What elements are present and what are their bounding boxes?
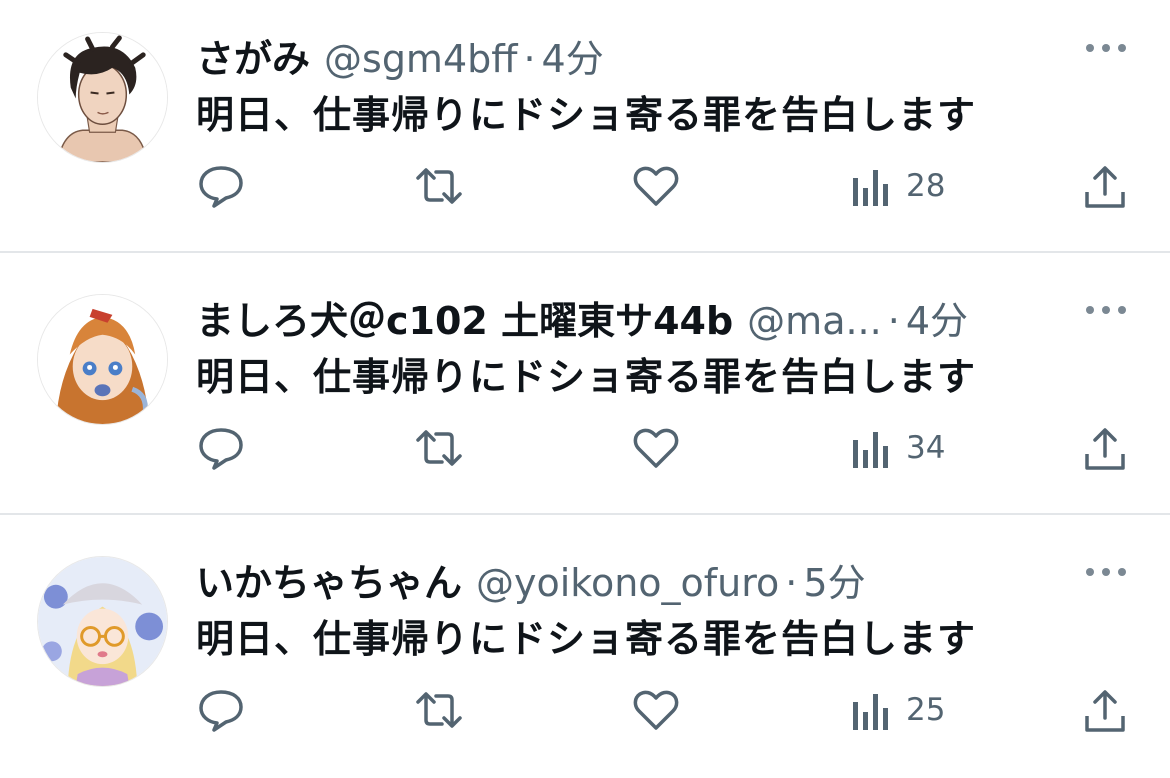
share-button[interactable] (1082, 426, 1128, 472)
views-button[interactable]: 34 (850, 426, 945, 470)
reply-button[interactable] (196, 426, 246, 470)
reply-icon (199, 428, 243, 470)
timestamp[interactable]: 4分 (906, 290, 968, 345)
tweet-text: 明日、仕事帰りにドショ寄る罪を告白します (196, 93, 977, 137)
user-handle[interactable]: @sgm4bff (324, 37, 517, 81)
timeline-feed: さがみ @sgm4bff · 4分 明日、仕事帰りにドショ寄る罪を告白します 2… (0, 0, 1170, 778)
divider (0, 513, 1170, 515)
retweet-icon (416, 430, 462, 466)
more-icon[interactable] (1084, 302, 1128, 318)
tweet[interactable]: さがみ @sgm4bff · 4分 明日、仕事帰りにドショ寄る罪を告白します 2… (0, 0, 1170, 253)
retweet-button[interactable] (412, 164, 466, 208)
avatar[interactable] (37, 556, 168, 687)
views-count: 34 (906, 430, 946, 466)
share-icon (1085, 690, 1125, 732)
views-button[interactable]: 28 (850, 164, 945, 208)
like-icon (633, 166, 679, 206)
separator-dot: · (785, 561, 798, 605)
views-count: 28 (906, 168, 946, 204)
reply-icon (199, 166, 243, 208)
retweet-button[interactable] (412, 426, 466, 470)
blonde-girl-with-glasses-avatar (38, 557, 167, 686)
reply-button[interactable] (196, 688, 246, 732)
action-bar: 28 (0, 160, 1170, 216)
tweet-header: いかちゃちゃん @yoikono_ofuro · 5分 (196, 552, 1060, 605)
share-icon (1085, 428, 1125, 470)
retweet-button[interactable] (412, 688, 466, 732)
views-icon (853, 432, 888, 468)
share-button[interactable] (1082, 164, 1128, 210)
display-name[interactable]: いかちゃちゃん (196, 552, 462, 607)
display-name[interactable]: ましろ犬＠c102 土曜東サ44b (196, 290, 733, 345)
action-bar: 34 (0, 422, 1170, 478)
views-icon (853, 694, 888, 730)
separator-dot: · (523, 37, 536, 81)
views-icon (853, 170, 888, 206)
reply-icon (199, 690, 243, 732)
share-icon (1085, 166, 1125, 208)
more-icon[interactable] (1084, 40, 1128, 56)
tweet[interactable]: いかちゃちゃん @yoikono_ofuro · 5分 明日、仕事帰りにドショ寄… (0, 516, 1170, 777)
more-icon[interactable] (1084, 564, 1128, 580)
reply-button[interactable] (196, 164, 246, 208)
divider (0, 251, 1170, 253)
timestamp[interactable]: 5分 (803, 552, 865, 607)
user-handle[interactable]: @ma... (747, 299, 882, 343)
timestamp[interactable]: 4分 (542, 28, 604, 83)
like-button[interactable] (632, 426, 680, 470)
user-handle[interactable]: @yoikono_ofuro (476, 561, 779, 605)
tweet-header: さがみ @sgm4bff · 4分 (196, 28, 1060, 81)
dark-haired-man-avatar (38, 33, 167, 162)
like-icon (633, 428, 679, 468)
avatar[interactable] (37, 32, 168, 163)
like-button[interactable] (632, 164, 680, 208)
display-name[interactable]: さがみ (196, 28, 310, 83)
tweet-header: ましろ犬＠c102 土曜東サ44b @ma... · 4分 (196, 290, 1060, 343)
action-bar: 25 (0, 684, 1170, 740)
views-count: 25 (906, 692, 946, 728)
share-button[interactable] (1082, 688, 1128, 734)
views-button[interactable]: 25 (850, 688, 945, 732)
tweet[interactable]: ましろ犬＠c102 土曜東サ44b @ma... · 4分 明日、仕事帰りにドシ… (0, 254, 1170, 515)
tweet-text: 明日、仕事帰りにドショ寄る罪を告白します (196, 617, 977, 661)
orange-haired-girl-avatar (38, 295, 167, 424)
like-button[interactable] (632, 688, 680, 732)
retweet-icon (416, 692, 462, 728)
retweet-icon (416, 168, 462, 204)
like-icon (633, 690, 679, 730)
avatar[interactable] (37, 294, 168, 425)
tweet-text: 明日、仕事帰りにドショ寄る罪を告白します (196, 355, 977, 399)
separator-dot: · (887, 299, 900, 343)
